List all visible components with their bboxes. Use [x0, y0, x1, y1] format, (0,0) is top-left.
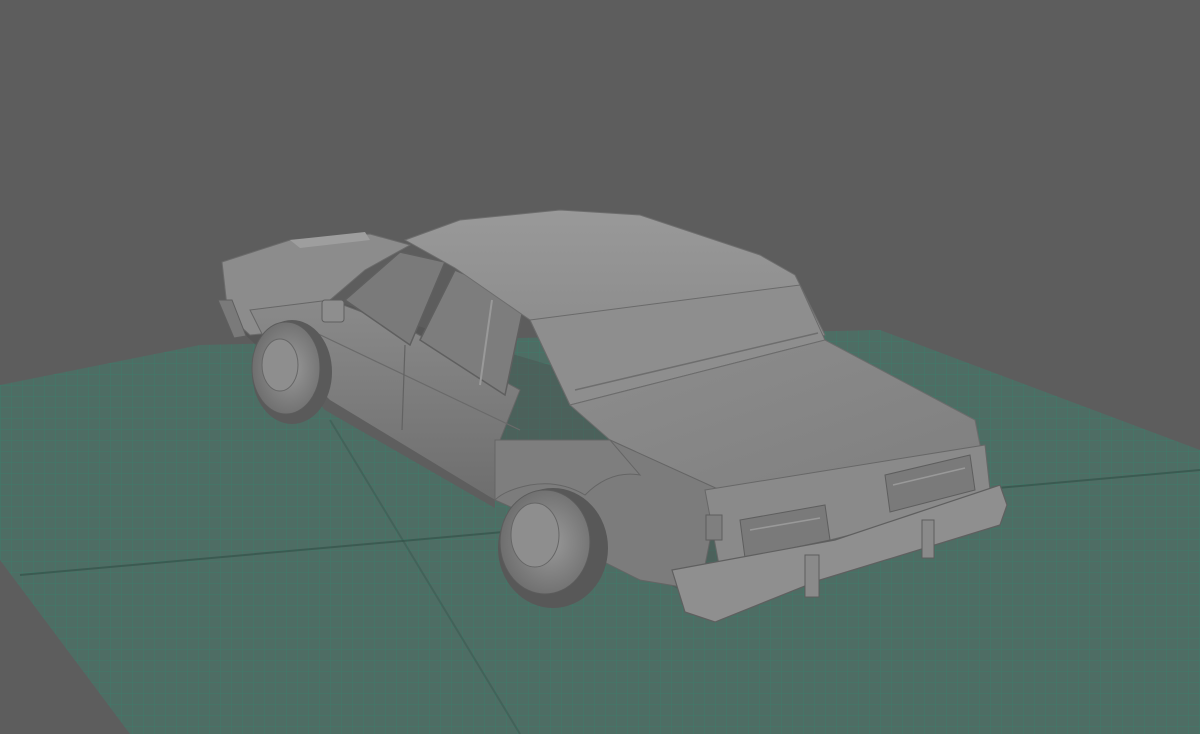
car-wheel-rear	[498, 488, 608, 608]
car-bumper-guard	[804, 554, 820, 598]
viewport-scene[interactable]	[0, 0, 1200, 734]
car-side-mirror	[321, 299, 345, 323]
3d-viewport[interactable]	[0, 0, 1200, 734]
car-bumper-guard	[921, 519, 935, 559]
car-wheel-front	[251, 320, 332, 424]
car-rear-marker	[705, 514, 723, 541]
